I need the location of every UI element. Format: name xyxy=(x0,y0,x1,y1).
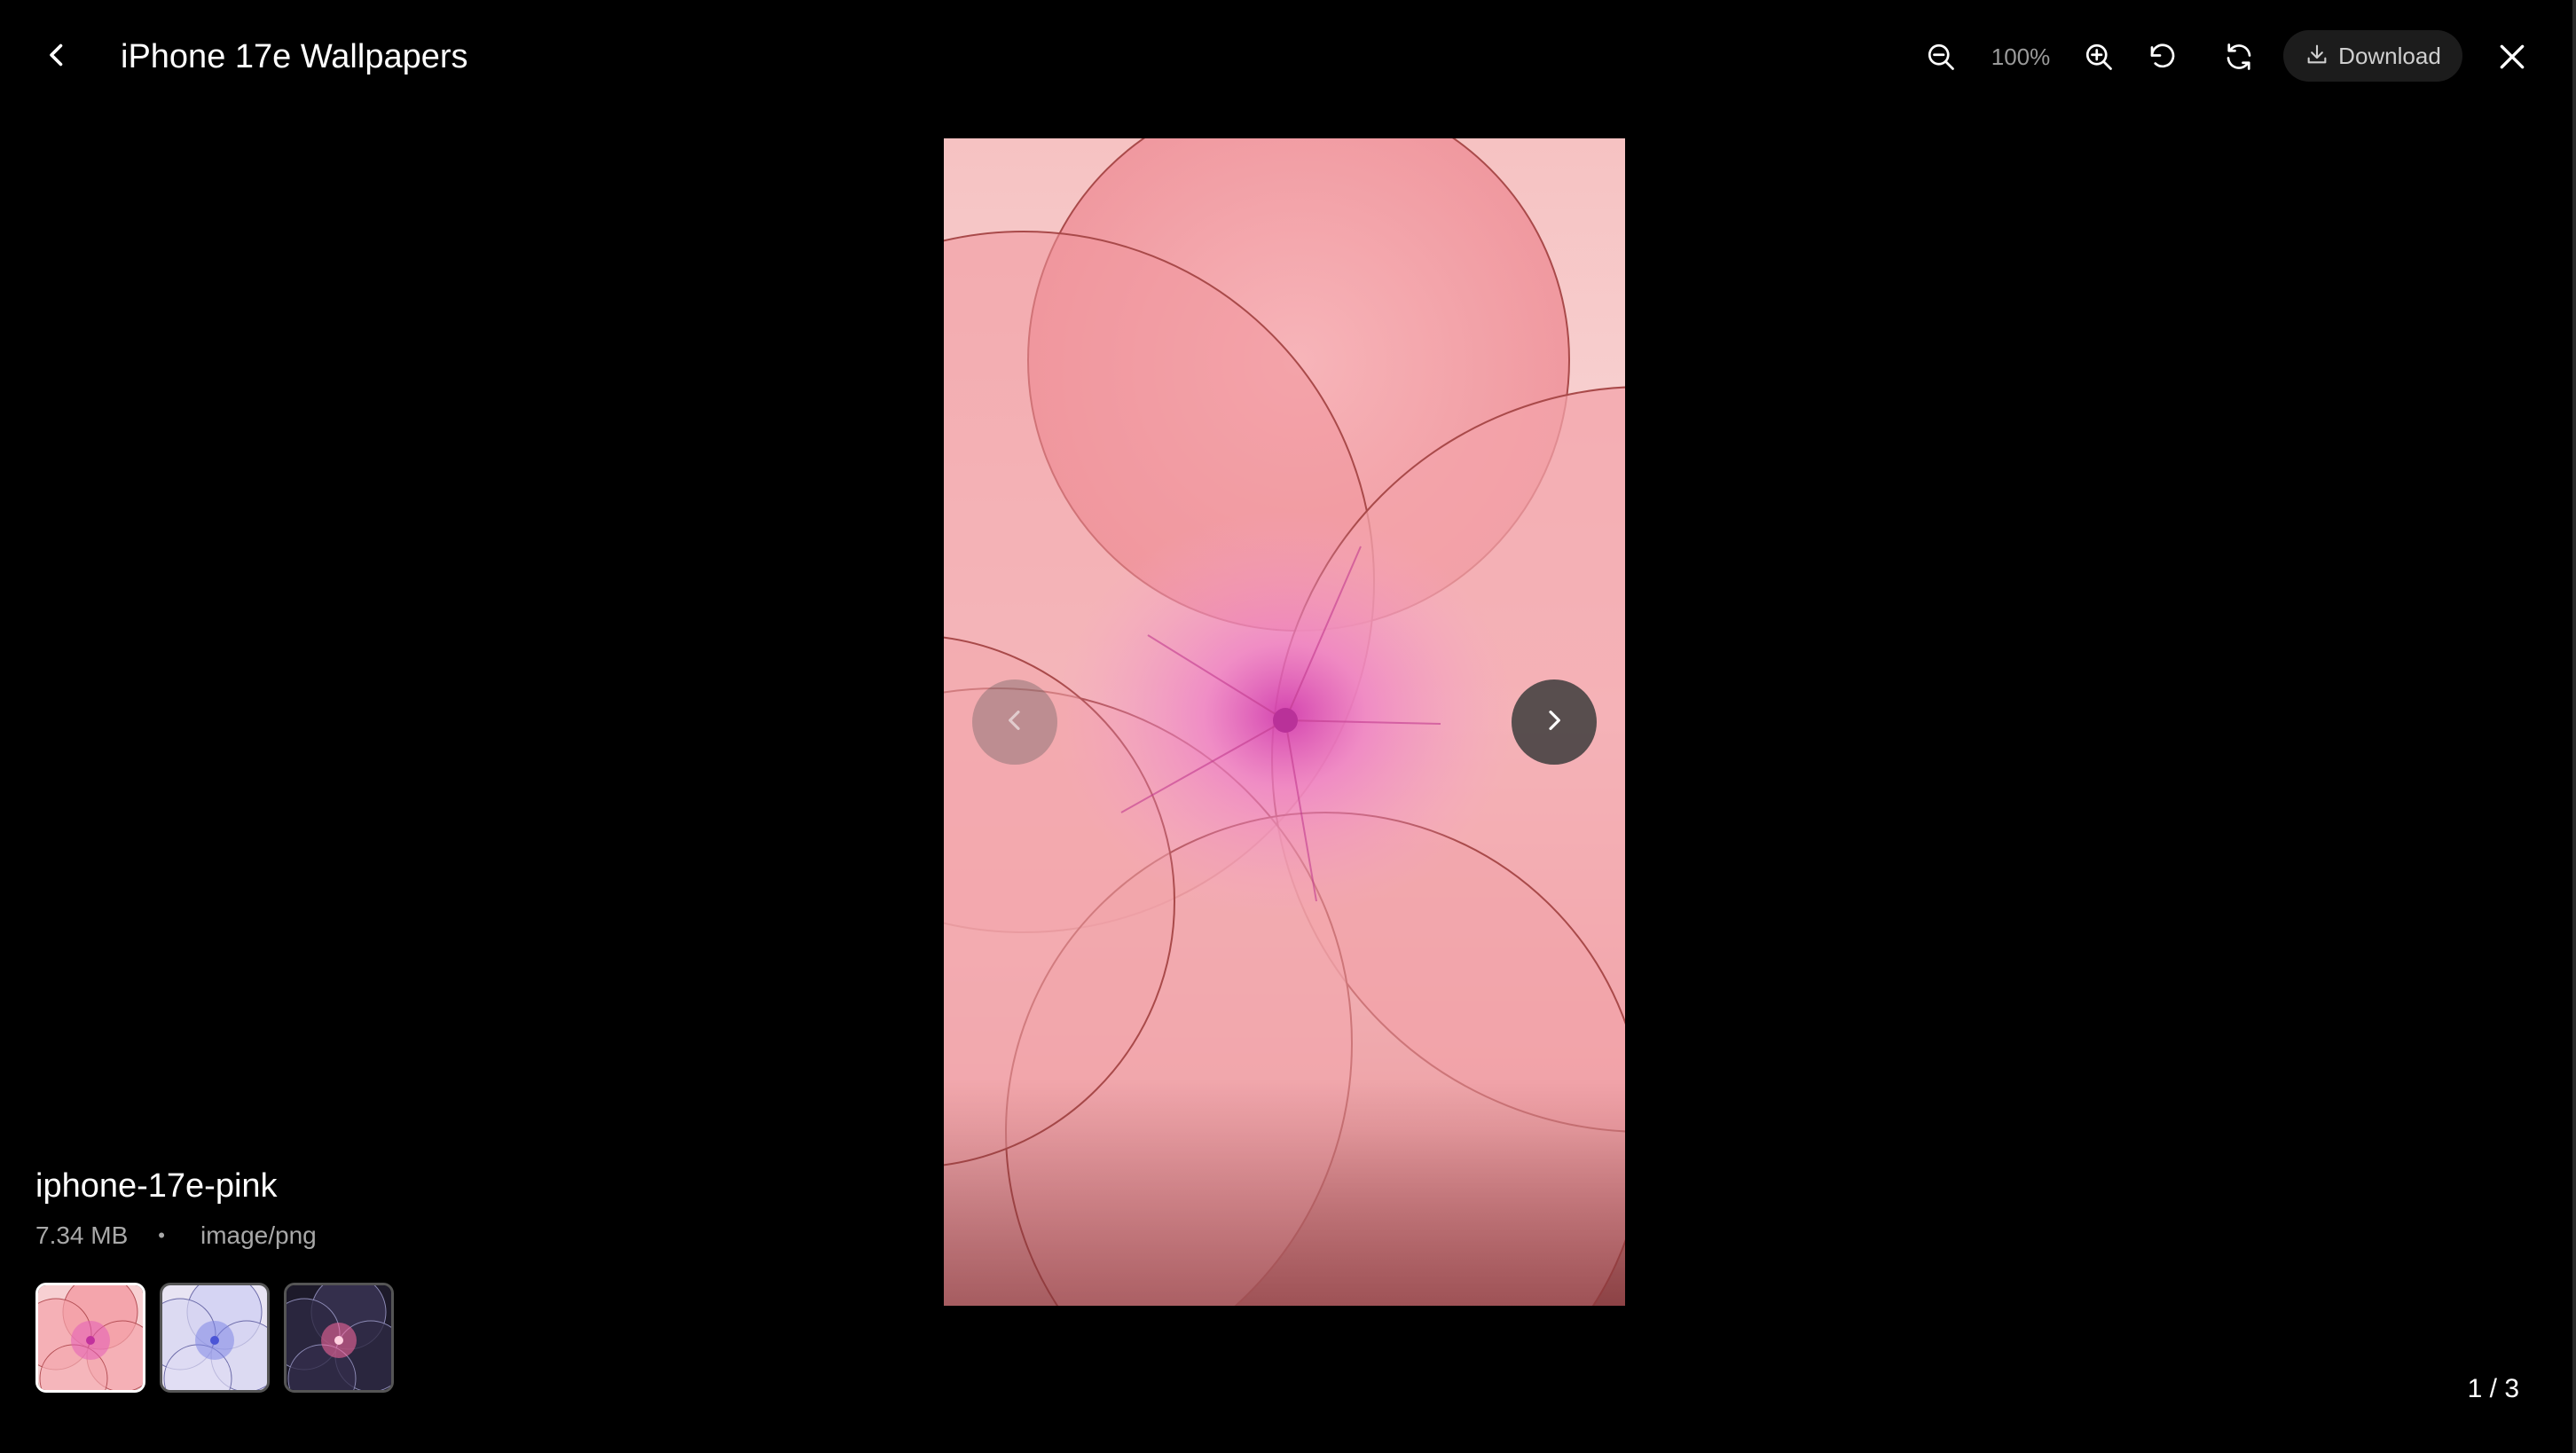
file-meta: 7.34 MB • image/png xyxy=(35,1217,317,1254)
file-type: image/png xyxy=(200,1221,317,1249)
reset-button[interactable] xyxy=(2214,32,2264,82)
image-counter: 1 / 3 xyxy=(2467,1374,2519,1403)
previous-image-button[interactable] xyxy=(972,679,1057,765)
chevron-right-icon xyxy=(1540,706,1568,739)
close-icon xyxy=(2494,39,2530,75)
page-title: iPhone 17e Wallpapers xyxy=(121,38,468,75)
window-edge xyxy=(2572,0,2576,1453)
chevron-left-icon xyxy=(1001,706,1029,739)
meta-separator: • xyxy=(158,1224,165,1246)
download-label: Download xyxy=(2338,42,2441,69)
zoom-out-icon xyxy=(1925,41,1957,73)
thumbnail-strip xyxy=(35,1283,394,1396)
viewer-header: iPhone 17e Wallpapers 100% Download xyxy=(0,0,2576,114)
back-button[interactable] xyxy=(28,28,85,85)
next-image-button[interactable] xyxy=(1512,679,1597,765)
image-viewer: iPhone 17e Wallpapers 100% Download ipho… xyxy=(0,0,2576,1453)
thumbnail-pink[interactable] xyxy=(35,1283,145,1393)
file-name: iphone-17e-pink xyxy=(35,1167,278,1205)
zoom-level: 100% xyxy=(1991,43,2051,70)
rotate-ccw-icon xyxy=(2147,41,2179,73)
download-icon xyxy=(2305,42,2329,71)
close-button[interactable] xyxy=(2487,32,2537,82)
file-size: 7.34 MB xyxy=(35,1221,129,1249)
download-button[interactable]: Download xyxy=(2283,30,2462,82)
thumbnail-dark[interactable] xyxy=(284,1283,394,1393)
thumbnail-lavender[interactable] xyxy=(160,1283,270,1393)
zoom-in-icon xyxy=(2083,41,2115,73)
zoom-in-button[interactable] xyxy=(2074,32,2124,82)
zoom-out-button[interactable] xyxy=(1916,32,1966,82)
refresh-icon xyxy=(2223,41,2255,73)
chevron-left-icon xyxy=(41,39,73,75)
rotate-button[interactable] xyxy=(2138,32,2187,82)
